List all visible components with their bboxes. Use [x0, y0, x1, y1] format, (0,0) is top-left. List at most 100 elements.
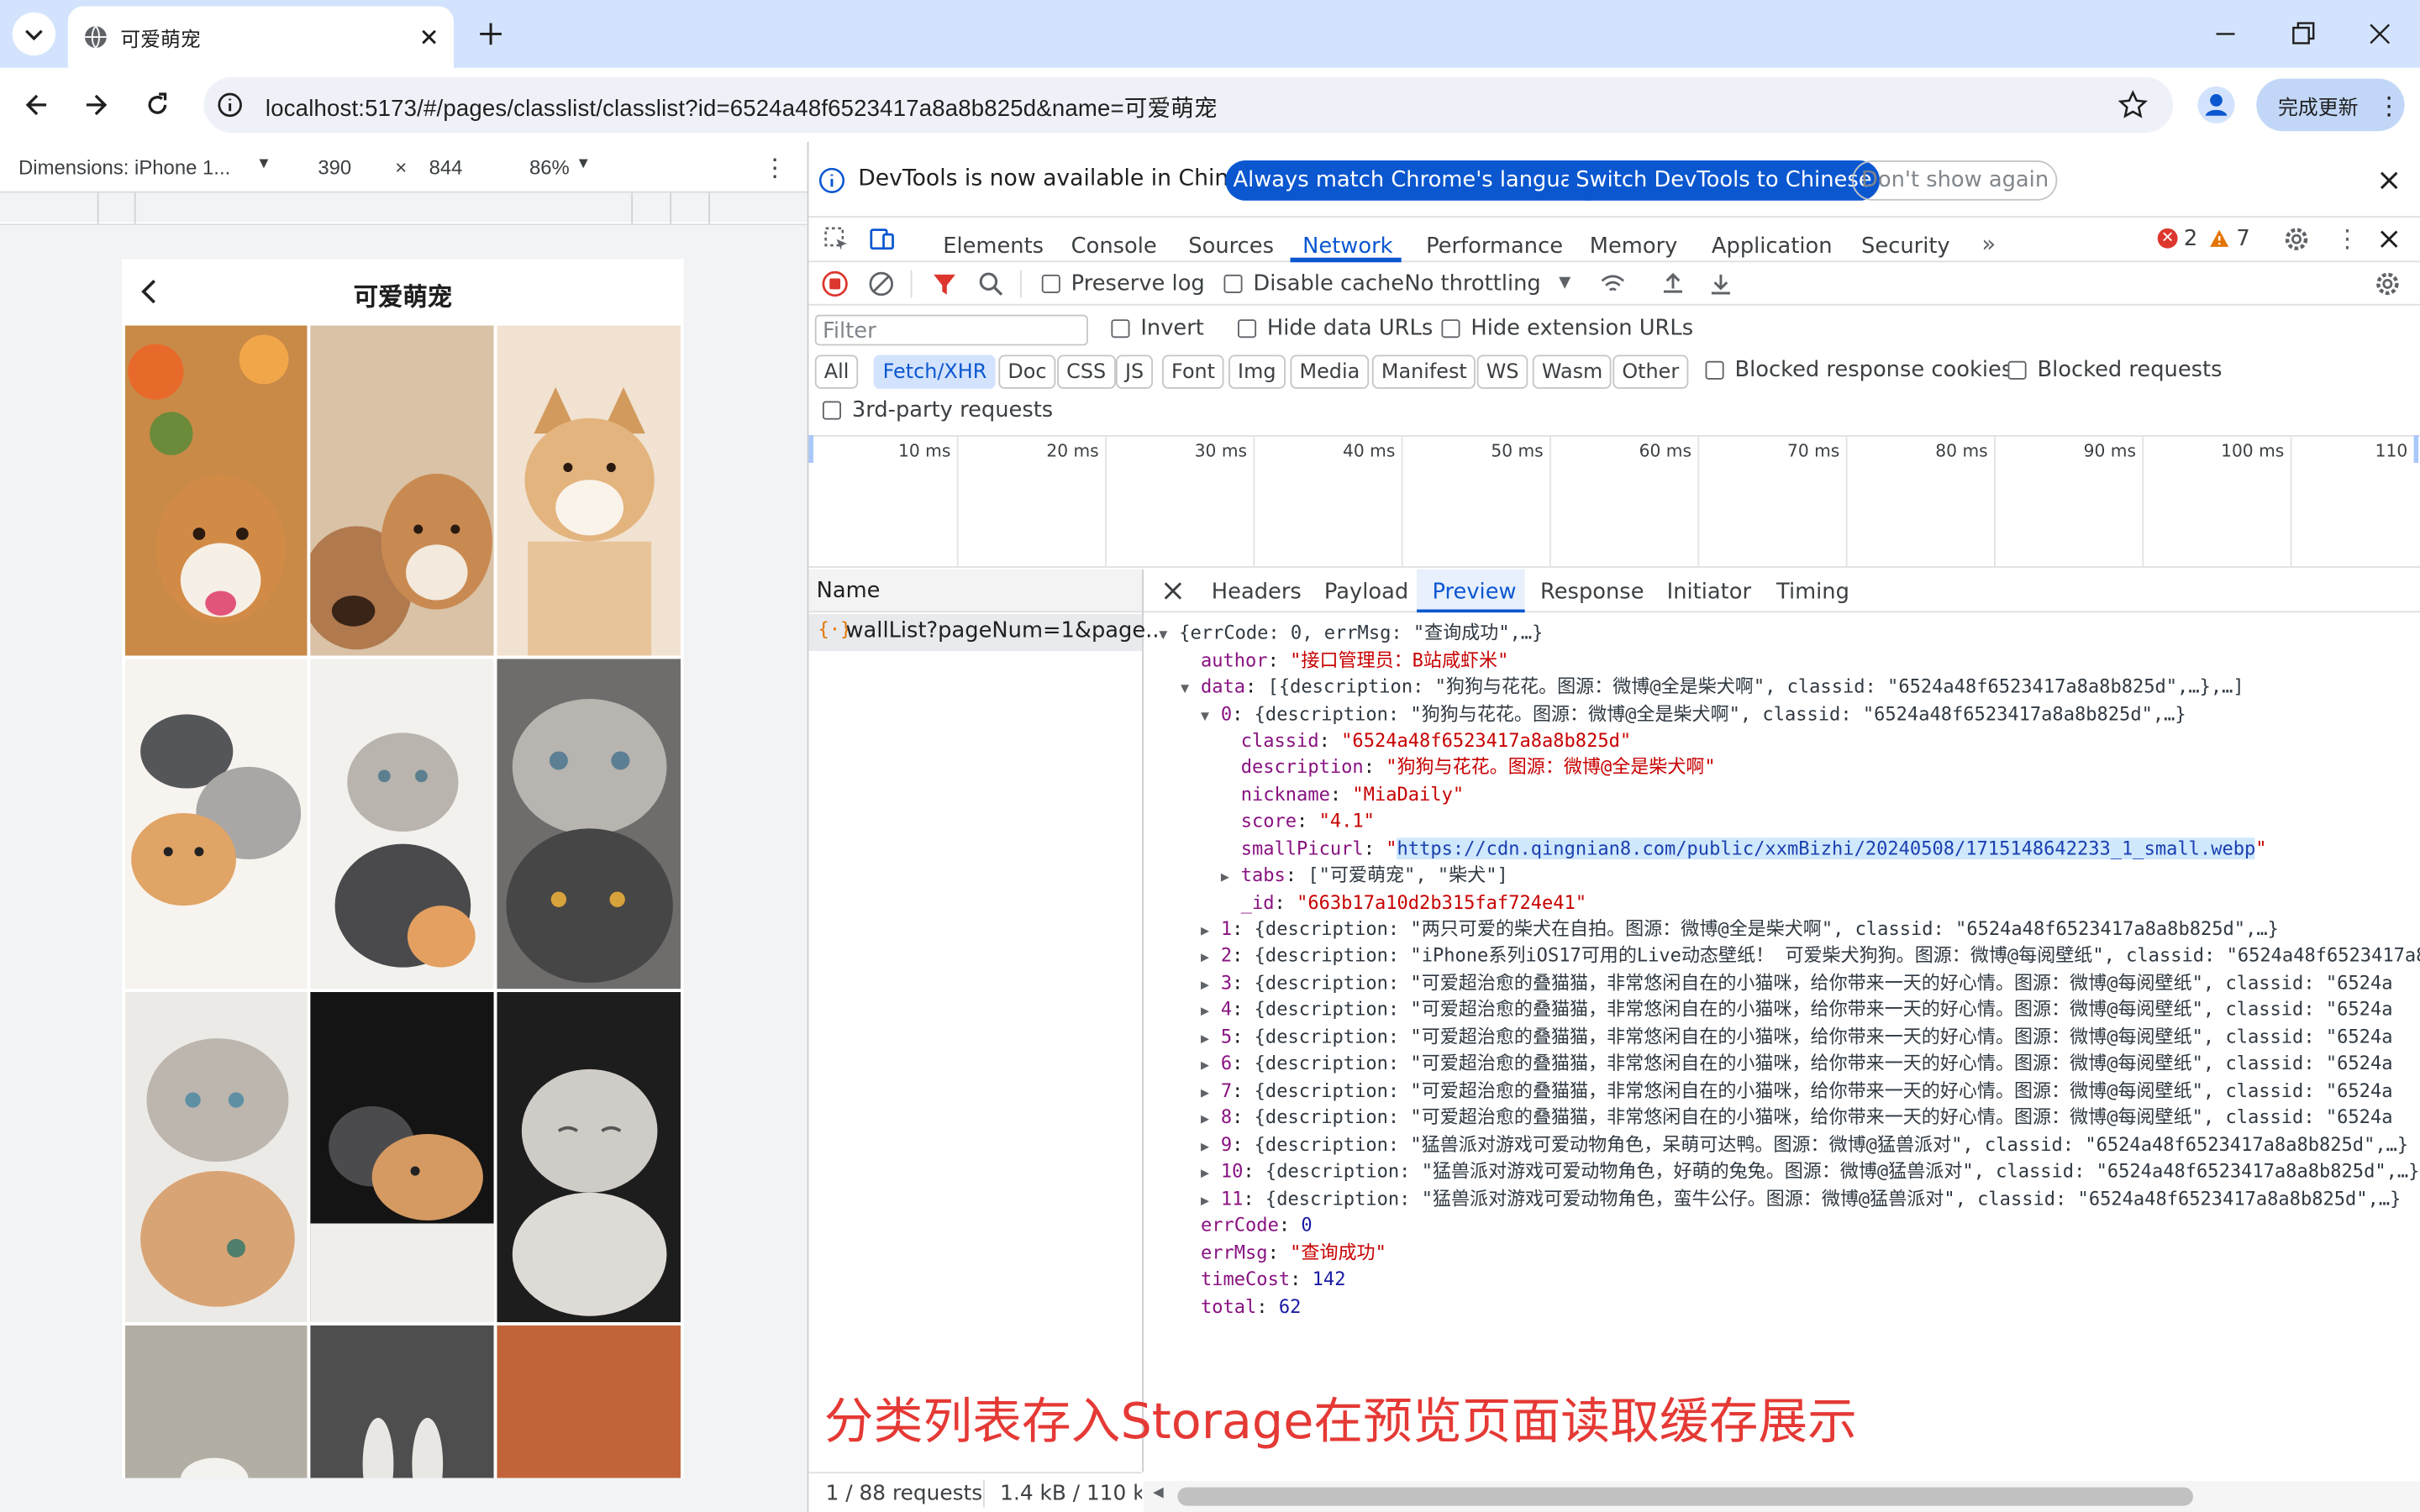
horizontal-scrollbar[interactable]: ◀	[1143, 1481, 2420, 1512]
device-width-input[interactable]: 390	[318, 156, 351, 180]
wallpaper-thumb[interactable]	[310, 1325, 494, 1478]
tab-elements[interactable]: Elements	[943, 234, 1044, 259]
json-link-value[interactable]: https://cdn.qingnian8.com/public/xxmBizh…	[1397, 837, 2256, 860]
blocked-requests-checkbox[interactable]	[2007, 360, 2027, 380]
json-tabs[interactable]: ▶ tabs: ["可爱萌宠", "柴犬"]	[1221, 863, 1508, 892]
tab-network[interactable]: Network	[1302, 234, 1392, 259]
tab-headers[interactable]: Headers	[1212, 580, 1302, 605]
filter-all[interactable]: All	[814, 354, 859, 389]
filter-wasm[interactable]: Wasm	[1532, 354, 1612, 389]
filter-doc[interactable]: Doc	[998, 354, 1056, 389]
wallpaper-thumb[interactable]	[124, 659, 308, 990]
json-description[interactable]: description: "狗狗与花花。图源：微博@全是柴犬啊"	[1241, 754, 1716, 780]
warning-count[interactable]: 7	[2236, 227, 2249, 251]
third-party-checkbox[interactable]	[822, 401, 842, 420]
close-banner-icon[interactable]	[2377, 168, 2402, 192]
json-timecost[interactable]: timeCost: 142	[1201, 1267, 1346, 1293]
json-score[interactable]: score: "4.1"	[1241, 808, 1375, 834]
disable-cache-checkbox[interactable]	[1223, 274, 1243, 293]
name-column-header[interactable]: Name	[817, 579, 881, 603]
json-item[interactable]: ▶ 5: {description: "可爱超治愈的叠猫猫，非常悠闲自在的小猫咪，…	[1201, 1025, 2393, 1054]
dismiss-banner-button[interactable]: Don't show again	[1852, 160, 2059, 201]
more-options-icon[interactable]: ⋮	[762, 153, 786, 184]
scrollbar-thumb[interactable]	[1177, 1487, 2193, 1506]
url-text[interactable]: localhost:5173/#/pages/classlist/classli…	[266, 91, 1218, 123]
zoom-select[interactable]: 86%	[529, 156, 570, 180]
wallpaper-thumb[interactable]	[310, 325, 494, 656]
json-item[interactable]: ▶ 11: {description: "猛兽派对游戏可爱动物角色，蛮牛公仔。图源…	[1201, 1186, 2401, 1215]
filter-fetch-xhr[interactable]: Fetch/XHR	[873, 354, 997, 389]
json-author[interactable]: author: "接口管理员：B站咸虾米"	[1201, 648, 1508, 674]
json-item[interactable]: ▶ 8: {description: "可爱超治愈的叠猫猫，非常悠闲自在的小猫咪，…	[1201, 1105, 2393, 1134]
back-icon[interactable]	[22, 90, 53, 121]
clear-icon[interactable]	[867, 270, 895, 297]
json-data[interactable]: ▼ data: [{description: "狗狗与花花。图源：微博@全是柴犬啊…	[1181, 675, 2244, 704]
wallpaper-thumb[interactable]	[124, 325, 308, 656]
wallpaper-thumb[interactable]	[497, 991, 681, 1323]
json-total[interactable]: total: 62	[1201, 1294, 1301, 1320]
json-item[interactable]: ▶ 3: {description: "可爱超治愈的叠猫猫，非常悠闲自在的小猫咪，…	[1201, 970, 2393, 1000]
json-errmsg[interactable]: errMsg: "查询成功"	[1201, 1241, 1386, 1267]
filter-media[interactable]: Media	[1290, 354, 1370, 389]
tab-preview[interactable]: Preview	[1432, 580, 1516, 605]
tab-initiator[interactable]: Initiator	[1667, 580, 1751, 605]
json-errcode[interactable]: errCode: 0	[1201, 1213, 1313, 1239]
device-dimensions-select[interactable]: Dimensions: iPhone 1...	[18, 156, 230, 180]
more-tabs-icon[interactable]: »	[1981, 230, 1996, 258]
filter-ws[interactable]: WS	[1476, 354, 1528, 389]
json-id[interactable]: _id: "663b17a10d2b315faf724e41"	[1241, 890, 1586, 916]
json-item[interactable]: ▶ 9: {description: "猛兽派对游戏可爱动物角色，呆萌可达鸭。图源…	[1201, 1132, 2408, 1162]
omnibox[interactable]: localhost:5173/#/pages/classlist/classli…	[203, 76, 2174, 133]
error-count[interactable]: 2	[2184, 227, 2197, 251]
search-icon[interactable]	[977, 270, 1005, 297]
device-height-input[interactable]: 844	[429, 156, 463, 180]
reload-icon[interactable]	[142, 90, 173, 121]
inspect-element-icon[interactable]	[823, 225, 850, 253]
import-har-icon[interactable]	[1659, 270, 1686, 297]
json-item[interactable]: ▶ 2: {description: "iPhone系列iOS17可用的Live动…	[1201, 942, 2420, 972]
close-window-icon[interactable]	[2365, 18, 2396, 50]
media-query-bar[interactable]	[0, 191, 808, 224]
json-item-0[interactable]: ▼ 0: {description: "狗狗与花花。图源：微博@全是柴犬啊", c…	[1201, 702, 2186, 732]
invert-checkbox[interactable]	[1111, 319, 1130, 339]
hide-extension-urls-checkbox[interactable]	[1441, 319, 1460, 339]
json-item[interactable]: ▶ 6: {description: "可爱超治愈的叠猫猫，非常悠闲自在的小猫咪，…	[1201, 1051, 2393, 1080]
network-conditions-icon[interactable]	[1599, 270, 1627, 297]
hide-data-urls-checkbox[interactable]	[1238, 319, 1257, 339]
filter-manifest[interactable]: Manifest	[1371, 354, 1476, 389]
star-icon[interactable]	[2118, 90, 2149, 121]
settings-gear-icon[interactable]	[2282, 225, 2310, 253]
tab-timing[interactable]: Timing	[1776, 580, 1849, 605]
tab-application[interactable]: Application	[1712, 234, 1833, 259]
tab-console[interactable]: Console	[1071, 234, 1157, 259]
restore-icon[interactable]	[2287, 18, 2318, 50]
site-info-icon[interactable]	[216, 91, 244, 118]
close-devtools-icon[interactable]	[2377, 227, 2402, 251]
json-smallpicurl[interactable]: smallPicurl: "https://cdn.qingnian8.com/…	[1241, 836, 2267, 862]
tab-search-button[interactable]	[12, 12, 56, 56]
customize-menu-icon[interactable]: ⋮	[2335, 223, 2360, 253]
tab-payload[interactable]: Payload	[1324, 580, 1408, 605]
filter-css[interactable]: CSS	[1057, 354, 1116, 389]
json-item[interactable]: ▶ 10: {description: "猛兽派对游戏可爱动物角色，好萌的兔兔。图…	[1201, 1158, 2419, 1188]
json-nickname[interactable]: nickname: "MiaDaily"	[1241, 782, 1464, 808]
record-stop-icon[interactable]	[821, 270, 849, 297]
json-classid[interactable]: classid: "6524a48f6523417a8a8b825d"	[1241, 728, 1631, 754]
network-settings-icon[interactable]	[2374, 270, 2402, 297]
preserve-log-checkbox[interactable]	[1041, 274, 1060, 293]
wallpaper-thumb[interactable]	[497, 325, 681, 656]
wallpaper-thumb[interactable]	[497, 659, 681, 990]
wallpaper-thumb[interactable]	[124, 991, 308, 1323]
minimize-icon[interactable]	[2210, 18, 2241, 50]
tab-sources[interactable]: Sources	[1188, 234, 1274, 259]
switch-language-button[interactable]: Switch DevTools to Chinese	[1568, 160, 1880, 201]
overview-left-handle[interactable]	[808, 434, 813, 464]
device-toggle-icon[interactable]	[869, 225, 897, 253]
filter-js[interactable]: JS	[1115, 354, 1154, 389]
export-har-icon[interactable]	[1707, 270, 1734, 297]
json-root[interactable]: ▼ {errCode: 0, errMsg: "查询成功",…}	[1159, 620, 1543, 649]
request-row[interactable]: {·} wallList?pageNum=1&page...	[808, 614, 1166, 652]
filter-icon[interactable]	[931, 270, 959, 297]
tab-security[interactable]: Security	[1861, 234, 1950, 259]
tab-response[interactable]: Response	[1540, 580, 1644, 605]
